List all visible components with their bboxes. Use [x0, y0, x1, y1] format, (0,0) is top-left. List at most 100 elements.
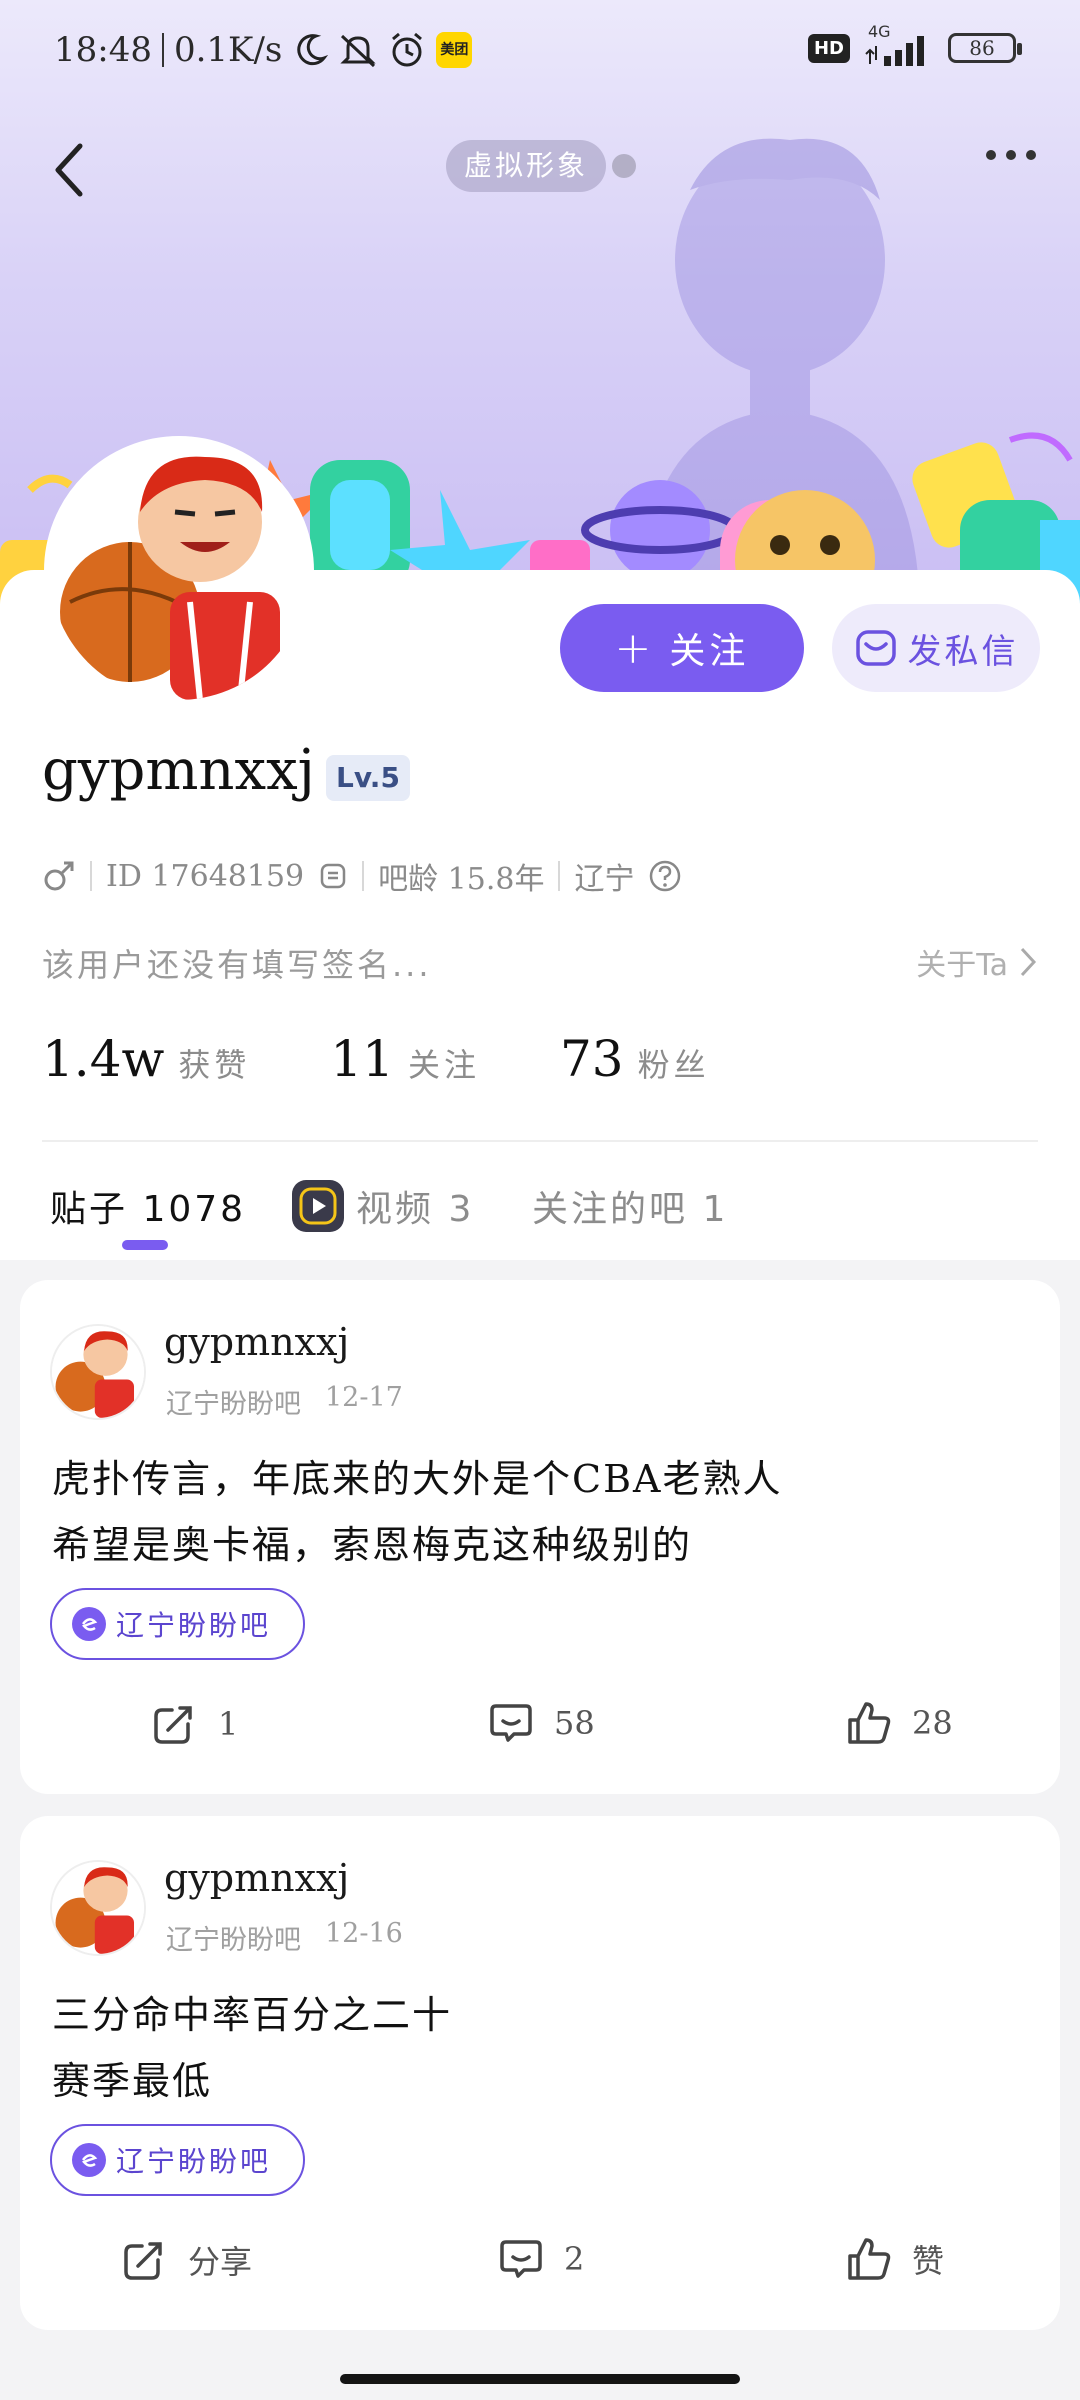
stat-number: 73 [559, 1030, 624, 1088]
avatar-tag-dot [612, 154, 636, 178]
comment-button[interactable]: 2 [498, 2236, 584, 2282]
status-divider [161, 33, 164, 67]
profile-stats: 1.4w 获赞 11 关注 73 粉丝 [42, 1030, 790, 1088]
thumbs-up-icon [848, 2238, 891, 2280]
tab-label: 视频 3 [356, 1189, 475, 1230]
share-button[interactable]: 分享 [120, 2236, 252, 2284]
plus-icon: + [614, 622, 656, 674]
comment-count: 58 [554, 1704, 595, 1742]
post-meta: 辽宁盼盼吧 12-17 [166, 1382, 403, 1421]
stat-likes[interactable]: 1.4w 获赞 [42, 1030, 250, 1088]
meituan-app-icon: 美团 [436, 32, 473, 68]
stat-label: 粉丝 [637, 1046, 710, 1084]
chevron-right-icon [1020, 947, 1037, 977]
stat-label: 关注 [407, 1046, 480, 1084]
bell-muted-icon [340, 34, 376, 68]
tab-label: 关注的吧 1 [532, 1189, 729, 1230]
share-count: 1 [218, 1705, 239, 1743]
forum-icon [72, 1607, 106, 1641]
share-button[interactable]: 1 [150, 1700, 238, 1748]
post-author-avatar[interactable] [50, 1860, 146, 1956]
more-menu-icon[interactable] [986, 150, 1036, 160]
user-id: ID 17648159 [106, 858, 305, 894]
follow-label: 关注 [669, 631, 750, 672]
post-card[interactable]: gypmnxxj 辽宁盼盼吧 12-16 三分命中率百分之二十 赛季最低 辽宁盼… [20, 1816, 1060, 2330]
back-icon[interactable] [50, 140, 90, 200]
post-line: 希望是奥卡福，索恩梅克这种级别的 [52, 1523, 693, 1567]
post-card[interactable]: gypmnxxj 辽宁盼盼吧 12-17 虎扑传言，年底来的大外是个CBA老熟人… [20, 1280, 1060, 1794]
envelope-icon [855, 630, 896, 666]
stat-label: 获赞 [178, 1046, 251, 1084]
post-author-avatar[interactable] [50, 1324, 146, 1420]
like-button[interactable]: 赞 [846, 2236, 944, 2282]
help-icon[interactable] [648, 859, 682, 893]
about-ta-link[interactable]: 关于Ta [916, 940, 1038, 984]
post-line: 赛季最低 [52, 2059, 213, 2103]
status-left: 18:48 0.1K/s 美团 [54, 30, 473, 70]
comment-icon [500, 2240, 542, 2278]
bar-age: 吧龄 15.8年 [378, 862, 545, 897]
virtual-avatar-tag[interactable]: 虚拟形象 [446, 140, 607, 192]
cartoon-avatar-image [52, 1862, 144, 1954]
status-right: HD 4G 86 [807, 22, 1022, 66]
forum-chip[interactable]: 辽宁盼盼吧 [50, 2124, 306, 2196]
stat-number: 11 [330, 1030, 394, 1088]
stat-following[interactable]: 11 关注 [330, 1030, 480, 1088]
status-bar: 18:48 0.1K/s 美团 HD 4G 86 [0, 0, 1080, 100]
hd-icon: HD [807, 33, 850, 63]
profile-username: gypmnxxj [42, 738, 316, 803]
stat-followers[interactable]: 73 粉丝 [560, 1030, 710, 1088]
meta-separator [90, 861, 92, 891]
share-icon [154, 1706, 192, 1744]
comment-count: 2 [564, 2240, 585, 2278]
comment-icon [490, 1704, 532, 1742]
post-author-name[interactable]: gypmnxxj [164, 1856, 349, 1900]
tab-posts[interactable]: 贴子 1078 [50, 1180, 246, 1232]
about-ta-label: 关于Ta [916, 948, 1008, 983]
level-badge[interactable]: Lv.5 [326, 755, 410, 801]
copy-id-icon[interactable] [318, 861, 348, 891]
direct-message-button[interactable]: 发私信 [832, 604, 1040, 692]
post-forum: 辽宁盼盼吧 [166, 1389, 301, 1420]
moon-icon [297, 34, 329, 66]
tab-videos[interactable]: 视频 3 [292, 1180, 474, 1232]
forum-chip-label: 辽宁盼盼吧 [116, 2145, 272, 2178]
male-gender-icon [44, 861, 74, 891]
home-indicator[interactable] [340, 2374, 740, 2384]
alarm-icon [392, 32, 423, 67]
meta-separator [558, 861, 561, 891]
post-line: 虎扑传言，年底来的大外是个CBA老熟人 [52, 1457, 783, 1501]
post-content[interactable]: 虎扑传言，年底来的大外是个CBA老熟人 希望是奥卡福，索恩梅克这种级别的 [52, 1446, 782, 1578]
forum-chip[interactable]: 辽宁盼盼吧 [50, 1588, 306, 1660]
profile-avatar[interactable] [44, 436, 314, 706]
signal-group: 4G [864, 22, 934, 66]
video-play-icon [292, 1180, 344, 1232]
post-author-name[interactable]: gypmnxxj [164, 1320, 349, 1364]
cartoon-avatar-image [50, 442, 308, 700]
profile-meta-row: ID 17648159 吧龄 15.8年 辽宁 [42, 854, 682, 898]
like-button[interactable]: 28 [846, 1700, 953, 1746]
profile-tabs: 贴子 1078 视频 3 关注的吧 1 [0, 1160, 1080, 1260]
comment-button[interactable]: 58 [488, 1700, 595, 1746]
thumbs-up-icon [848, 1702, 891, 1744]
post-actions: 1 58 28 [20, 1700, 1060, 1760]
meta-separator [362, 861, 365, 891]
follow-button[interactable]: + 关注 [560, 604, 804, 692]
post-content[interactable]: 三分命中率百分之二十 赛季最低 [52, 1982, 452, 2114]
like-label: 赞 [912, 2242, 945, 2280]
network-speed: 0.1K/s [173, 30, 283, 70]
cartoon-avatar-image [52, 1326, 144, 1418]
battery-icon: 86 [948, 33, 1022, 63]
post-meta: 辽宁盼盼吧 12-16 [166, 1918, 403, 1957]
tab-followed-bars[interactable]: 关注的吧 1 [532, 1180, 728, 1232]
status-time: 18:48 [54, 30, 152, 70]
dm-label: 发私信 [907, 631, 1019, 672]
stat-number: 1.4w [42, 1030, 165, 1088]
tab-label: 贴子 1078 [50, 1189, 247, 1230]
forum-chip-label: 辽宁盼盼吧 [116, 1609, 272, 1642]
post-forum: 辽宁盼盼吧 [166, 1925, 301, 1956]
post-actions: 分享 2 赞 [20, 2236, 1060, 2296]
post-date: 12-16 [325, 1918, 403, 1949]
user-region: 辽宁 [574, 862, 635, 897]
forum-icon [72, 2143, 106, 2177]
